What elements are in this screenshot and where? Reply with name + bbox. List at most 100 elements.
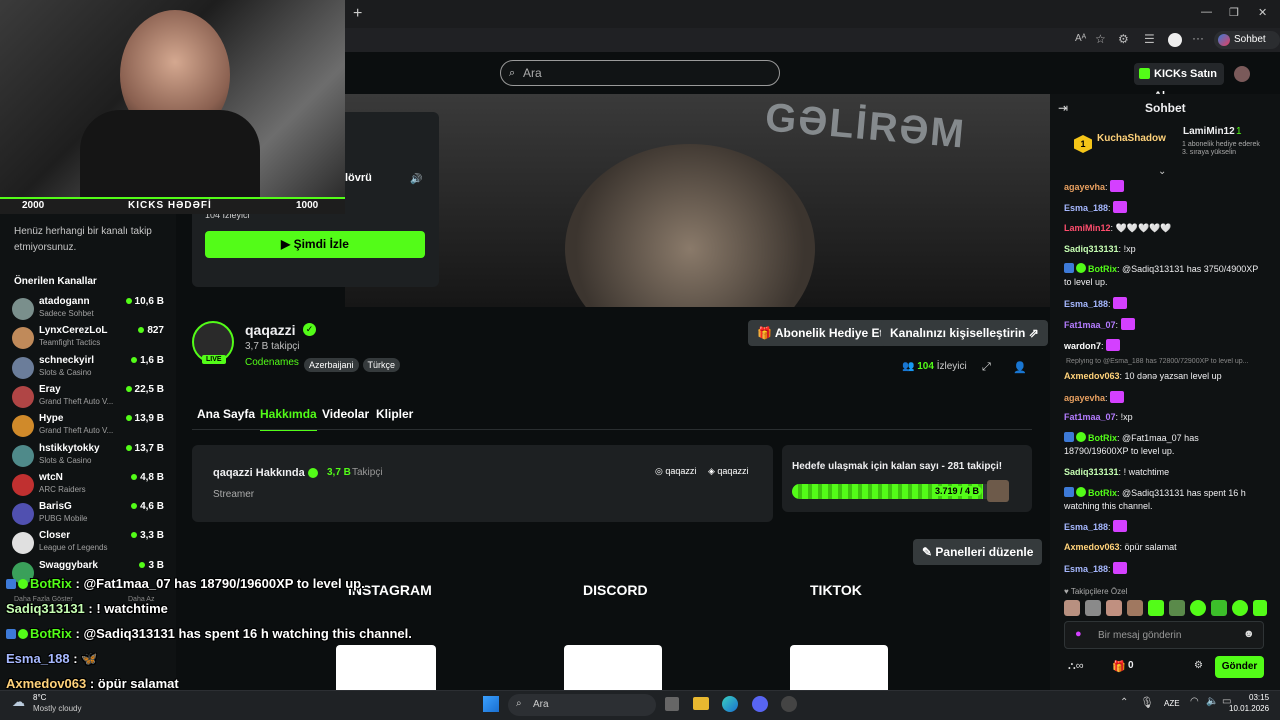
chat-username[interactable]: Esma_188 xyxy=(1064,299,1108,309)
app-icon[interactable] xyxy=(781,696,797,712)
chat-username[interactable]: wardon7 xyxy=(1064,341,1101,351)
chat-username[interactable]: agayevha xyxy=(1064,182,1105,192)
edge-browser-icon[interactable] xyxy=(722,696,738,712)
tab-videos[interactable]: Videolar xyxy=(322,407,369,421)
chat-username[interactable]: BotRix xyxy=(1088,264,1117,274)
emoji-picker-icon[interactable]: ☻ xyxy=(1243,628,1255,640)
share-icon[interactable]: ⤢ xyxy=(982,361,991,374)
chat-title: Sohbet xyxy=(1145,101,1186,115)
emote-icon[interactable] xyxy=(1190,600,1206,616)
tag-item[interactable]: Azerbaijani xyxy=(304,358,359,372)
chat-input[interactable]: ● Bir mesaj gönderin ☻ xyxy=(1064,621,1264,649)
chat-username[interactable]: Esma_188 xyxy=(1064,203,1108,213)
top-gifter-2-name[interactable]: LamiMin12 xyxy=(1183,126,1235,137)
weather-icon[interactable]: ☁ xyxy=(12,694,25,710)
tray-chevron-icon[interactable]: ⌃ xyxy=(1120,697,1128,708)
chat-username[interactable]: agayevha xyxy=(1064,393,1105,403)
extensions-icon[interactable]: ⚙ xyxy=(1118,32,1129,46)
top-gifter-name[interactable]: KuchaShadow xyxy=(1097,133,1166,144)
emote-icon[interactable] xyxy=(1211,600,1227,616)
favorite-star-icon[interactable]: ☆ xyxy=(1095,32,1106,46)
tag-item[interactable]: Türkçe xyxy=(362,358,401,372)
chat-username[interactable]: Fat1maa_07 xyxy=(1064,320,1116,330)
user-avatar[interactable] xyxy=(1234,66,1250,82)
sidebar-channel-item[interactable]: Eray Grand Theft Auto V... 22,5 B xyxy=(12,384,164,412)
file-explorer-icon[interactable] xyxy=(693,697,709,710)
emote-icon[interactable] xyxy=(1064,600,1080,616)
customize-channel-button[interactable]: Kanalınızı kişiselleştirin ⇗ xyxy=(881,320,1048,346)
chat-username[interactable]: Sadiq313131 xyxy=(1064,467,1119,477)
chat-username[interactable]: Fat1maa_07 xyxy=(1064,412,1116,422)
chat-username[interactable]: BotRix xyxy=(1088,488,1117,498)
close-window-button[interactable]: ✕ xyxy=(1258,6,1267,19)
task-view-icon[interactable] xyxy=(665,697,679,711)
microphone-icon[interactable]: 🎙 xyxy=(1140,696,1154,709)
emote-icon[interactable] xyxy=(1253,600,1267,616)
tiktok-panel-image[interactable] xyxy=(790,645,888,690)
send-button[interactable]: Gönder xyxy=(1215,656,1264,678)
volume-tray-icon[interactable]: 🔈 xyxy=(1206,696,1218,707)
video-player[interactable]: GƏLİRƏM xyxy=(345,94,1050,307)
sidebar-channel-item[interactable]: wtcN ARC Raiders 4,8 B xyxy=(12,472,164,500)
tab-about[interactable]: Hakkımda xyxy=(260,407,317,431)
read-aloud-icon[interactable]: Aᴬ xyxy=(1075,33,1086,44)
chat-settings-icon[interactable]: ⚙ xyxy=(1194,660,1203,671)
favorites-icon[interactable]: ☰ xyxy=(1144,32,1155,46)
chat-username[interactable]: Axmedov063 xyxy=(1064,371,1120,381)
discord-panel-image[interactable] xyxy=(564,645,662,690)
instagram-link[interactable]: ◎ qaqazzi xyxy=(655,466,696,477)
emote-icon[interactable] xyxy=(1148,600,1164,616)
channel-category[interactable]: Codenames xyxy=(245,357,299,368)
discord-link[interactable]: ◈ qaqazzi xyxy=(708,466,748,477)
profile-icon[interactable] xyxy=(1168,33,1182,47)
collapse-chat-icon[interactable]: ⇥ xyxy=(1058,101,1068,115)
new-tab-button[interactable]: + xyxy=(353,5,362,23)
chat-username[interactable]: Esma_188 xyxy=(1064,564,1108,574)
sidebar-channel-item[interactable]: Closer League of Legends 3,3 B xyxy=(12,530,164,558)
volume-icon[interactable]: 🔊 xyxy=(410,174,422,185)
emote-icon[interactable] xyxy=(1085,600,1101,616)
goal-left-value: 2000 xyxy=(22,200,45,211)
windows-start-icon[interactable] xyxy=(483,696,499,712)
sidebar-channel-item[interactable]: BarisG PUBG Mobile 4,6 B xyxy=(12,501,164,529)
gift-subscription-button[interactable]: 🎁 Abonelik Hediye Et xyxy=(748,320,893,346)
tab-home[interactable]: Ana Sayfa xyxy=(197,407,255,421)
expand-leaderboard-icon[interactable]: ⌄ xyxy=(1158,166,1166,177)
follow-user-icon[interactable]: 👤 xyxy=(1013,361,1027,374)
chat-username[interactable]: Esma_188 xyxy=(1064,522,1108,532)
channel-points-icon[interactable]: ⛬∞ xyxy=(1068,660,1084,673)
copilot-chat-button[interactable]: Sohbet et xyxy=(1214,31,1280,63)
emote-icon[interactable] xyxy=(1127,600,1143,616)
edit-panels-button[interactable]: ✎ Panelleri düzenle xyxy=(913,539,1043,565)
discord-app-icon[interactable] xyxy=(752,696,768,712)
gift-box-icon[interactable]: 🎁 xyxy=(1112,660,1126,673)
mic-icon[interactable]: ● xyxy=(1075,628,1082,640)
minimize-button[interactable]: — xyxy=(1201,6,1212,18)
chat-username[interactable]: Axmedov063 xyxy=(1064,542,1120,552)
clock-time[interactable]: 03:15 xyxy=(1249,693,1269,702)
sidebar-channel-item[interactable]: LynxCerezLoL Teamfight Tactics 827 xyxy=(12,325,164,353)
keyboard-language[interactable]: AZE xyxy=(1164,699,1180,708)
kicks-buy-button[interactable]: KICKs Satın Al xyxy=(1134,63,1224,102)
emote-icon[interactable] xyxy=(1106,600,1122,616)
sidebar-channel-item[interactable]: schneckyirl Slots & Casino 1,6 B xyxy=(12,355,164,383)
wifi-icon[interactable]: ◠ xyxy=(1190,696,1199,707)
chat-username[interactable]: BotRix xyxy=(1088,433,1117,443)
emote-icon[interactable] xyxy=(1169,600,1185,616)
taskbar-search[interactable]: ⌕ Ara xyxy=(508,694,656,716)
clock-date[interactable]: 10.01.2026 xyxy=(1229,704,1269,713)
maximize-button[interactable]: ❐ xyxy=(1229,6,1239,19)
watch-now-button[interactable]: ▶ Şimdi İzle xyxy=(205,231,425,258)
sidebar-channel-item[interactable]: hstikkytokky Slots & Casino 13,7 B xyxy=(12,443,164,471)
chat-username[interactable]: Sadiq313131 xyxy=(1064,244,1119,254)
taskbar-search-label: Ara xyxy=(533,699,549,710)
more-menu-icon[interactable]: ··· xyxy=(1192,31,1204,45)
instagram-panel-image[interactable] xyxy=(336,645,436,690)
sidebar-channel-item[interactable]: Hype Grand Theft Auto V... 13,9 B xyxy=(12,413,164,441)
emote-icon[interactable] xyxy=(1232,600,1248,616)
about-role: Streamer xyxy=(213,489,255,500)
tab-clips[interactable]: Klipler xyxy=(376,407,413,421)
sidebar-channel-item[interactable]: atadogann Sadece Sohbet 10,6 B xyxy=(12,296,164,324)
search-input[interactable]: ⌕ Ara xyxy=(500,60,780,86)
chat-username[interactable]: LamiMin12 xyxy=(1064,223,1111,233)
